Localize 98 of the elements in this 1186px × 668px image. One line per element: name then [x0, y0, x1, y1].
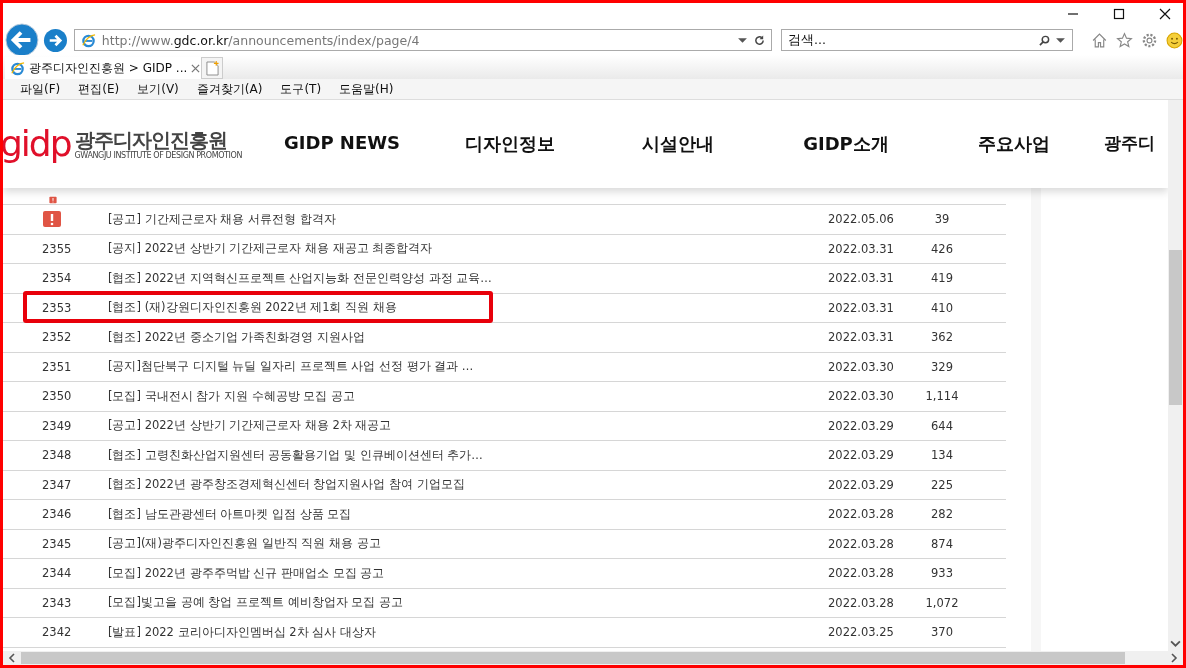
menu-item[interactable]: 즐겨찾기(A)	[196, 80, 263, 98]
nav-link[interactable]: 시설안내	[594, 132, 762, 156]
back-icon[interactable]	[5, 23, 39, 57]
view-count: 410	[931, 300, 953, 315]
browser-tab[interactable]: 광주디자인진흥원 > GIDP ...	[5, 57, 201, 79]
post-number: 2351	[42, 359, 72, 374]
view-count: 1,114	[925, 389, 959, 404]
nav-link[interactable]: GIDP소개	[762, 132, 930, 156]
post-number: 2343	[42, 595, 72, 610]
search-icon[interactable]	[1039, 34, 1051, 46]
browser-logo-icon	[10, 60, 25, 76]
home-icon[interactable]	[1091, 31, 1109, 49]
post-date: 2022.03.31	[828, 241, 894, 256]
post-date: 2022.03.28	[828, 566, 894, 581]
post-date: 2022.03.25	[828, 625, 894, 640]
nav-link[interactable]: GIDP NEWS	[258, 132, 426, 156]
address-bar[interactable]: http://www.gdc.or.kr/announcements/index/page/4	[73, 29, 772, 51]
post-date: 2022.03.28	[828, 507, 894, 522]
post-date: 2022.03.30	[828, 359, 894, 374]
post-date: 2022.03.31	[828, 300, 894, 315]
view-count: 282	[931, 507, 953, 522]
post-title-link[interactable]: [공지]첨단북구 디지털 뉴딜 일자리 프로젝트 사업 선정 평가 결과 …	[108, 359, 474, 374]
star-icon[interactable]	[1116, 31, 1134, 49]
horizontal-scrollbar[interactable]	[3, 651, 1183, 665]
post-date: 2022.03.28	[828, 536, 894, 551]
post-number: 2353	[42, 300, 72, 315]
smiley-icon[interactable]	[1166, 31, 1183, 49]
close-icon[interactable]	[1159, 8, 1171, 20]
post-number: 2345	[42, 536, 72, 551]
post-title-link[interactable]: [공고](재)광주디자인진흥원 일반직 직원 채용 공고	[108, 536, 381, 551]
scrollbar-thumb[interactable]	[1169, 250, 1182, 405]
view-count: 644	[931, 418, 953, 433]
menu-item[interactable]: 도움말(H)	[339, 80, 394, 98]
post-title-link[interactable]: [협조] 남도관광센터 아트마켓 입점 상품 모집	[108, 506, 352, 521]
post-date: 2022.03.28	[828, 595, 894, 610]
post-title-link[interactable]: [공지] 2022년 상반기 기간제근로자 채용 재공고 최종합격자	[108, 241, 433, 256]
post-date: 2022.03.29	[828, 477, 894, 492]
vertical-scrollbar[interactable]	[1168, 100, 1183, 651]
scroll-left-icon[interactable]	[7, 653, 17, 663]
post-number: 2344	[42, 566, 72, 581]
view-count: 329	[931, 359, 953, 374]
post-title-link[interactable]: [모집]빛고을 공예 창업 프로젝트 예비창업자 모집 공고	[108, 595, 403, 610]
post-title-link[interactable]: [모집] 2022년 광주주먹밥 신규 판매업소 모집 공고	[108, 565, 385, 580]
maximize-icon[interactable]	[1113, 8, 1125, 20]
post-number: 2350	[42, 389, 72, 404]
browser-logo-icon	[80, 32, 96, 48]
post-date: 2022.03.29	[828, 418, 894, 433]
notice-icon	[42, 209, 62, 230]
view-count: 370	[931, 625, 953, 640]
scroll-right-icon[interactable]	[1169, 653, 1179, 663]
post-date: 2022.05.06	[828, 212, 894, 227]
menu-item[interactable]: 도구(T)	[280, 80, 322, 98]
post-title-link[interactable]: [발표] 2022 코리아디자인멤버십 2차 심사 대상자	[108, 624, 376, 639]
view-count: 362	[931, 330, 953, 345]
post-number: 2342	[42, 625, 72, 640]
search-placeholder: 검색...	[787, 31, 826, 49]
post-date: 2022.03.30	[828, 389, 894, 404]
post-title-link[interactable]: [공고] 기간제근로자 채용 서류전형 합격자	[108, 211, 336, 226]
post-date: 2022.03.31	[828, 330, 894, 345]
scrollbar-thumb[interactable]	[21, 652, 1125, 664]
nav-link[interactable]: 주요사업	[930, 132, 1098, 156]
view-count: 874	[931, 536, 953, 551]
post-title-link[interactable]: [협조] 고령친화산업지원센터 공동활용기업 및 인큐베이션센터 추가…	[108, 447, 483, 462]
view-count: 225	[931, 477, 953, 492]
view-count: 933	[931, 566, 953, 581]
post-date: 2022.03.29	[828, 448, 894, 463]
menu-item[interactable]: 편집(E)	[78, 80, 120, 98]
logo-subtitle: GWANGJU INSTITUTE OF DESIGN PROMOTION	[74, 150, 242, 160]
view-count: 426	[931, 241, 953, 256]
view-count: 419	[931, 271, 953, 286]
search-field[interactable]: 검색...	[780, 29, 1074, 51]
post-title-link[interactable]: [협조] 2022년 지역혁신프로젝트 산업지능화 전문인력양성 과정 교육…	[108, 270, 492, 285]
post-date: 2022.03.31	[828, 271, 894, 286]
logo-name: 광주디자인진흥원	[74, 128, 227, 151]
refresh-icon[interactable]	[753, 34, 765, 46]
post-number: 2349	[42, 418, 72, 433]
forward-icon[interactable]	[42, 27, 68, 53]
post-number: 2346	[42, 507, 72, 522]
post-title-link[interactable]: [협조] (재)강원디자인진흥원 2022년 제1회 직원 채용	[108, 300, 397, 315]
settings-icon[interactable]	[1141, 31, 1159, 49]
post-number: 2355	[42, 241, 72, 256]
post-number: 2348	[42, 448, 72, 463]
view-count: 1,072	[925, 595, 959, 610]
post-number: 2352	[42, 330, 72, 345]
menu-item[interactable]: 파일(F)	[20, 80, 61, 98]
post-title-link[interactable]: [공고] 2022년 상반기 기간제근로자 채용 2차 재공고	[108, 418, 392, 433]
post-number: 2354	[42, 271, 72, 286]
new-tab-icon	[205, 60, 219, 76]
nav-link[interactable]: 디자인정보	[426, 132, 594, 156]
menu-item[interactable]: 보기(V)	[137, 80, 179, 98]
post-title-link[interactable]: [협조] 2022년 중소기업 가족친화경영 지원사업	[108, 329, 365, 344]
post-title-link[interactable]: [모집] 국내전시 참가 지원 수혜공방 모집 공고	[108, 388, 355, 403]
scroll-down-icon[interactable]	[1170, 638, 1181, 649]
view-count: 39	[934, 212, 950, 227]
view-count: 134	[931, 448, 953, 463]
post-title-link[interactable]: [협조] 2022년 광주창조경제혁신센터 창업지원사업 참여 기업모집	[108, 477, 465, 492]
nav-link[interactable]: 광주디	[1104, 132, 1155, 156]
post-number: 2347	[42, 477, 72, 492]
